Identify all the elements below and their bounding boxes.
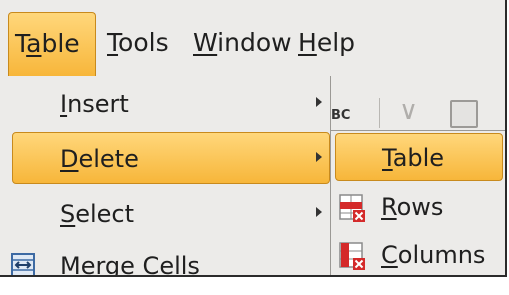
delete-submenu: Table Rows Columns <box>330 130 505 275</box>
menu-item-select[interactable]: Select <box>0 188 330 240</box>
toolbar-separator <box>379 98 380 128</box>
submenu-arrow-icon <box>316 97 322 107</box>
menubar: Table Tools Window Help <box>0 12 505 76</box>
menu-item-delete[interactable]: Delete <box>12 132 330 184</box>
merge-cells-icon <box>11 253 35 275</box>
menu-window[interactable]: Window <box>187 12 298 76</box>
submenu-item-table[interactable]: Table <box>335 133 503 181</box>
paste-icon[interactable] <box>450 100 478 128</box>
menu-help[interactable]: Help <box>292 12 361 76</box>
app-window: BC ∨ Table Tools Window Help Insert Dele… <box>0 0 507 277</box>
submenu-item-columns[interactable]: Columns <box>331 231 505 275</box>
menu-item-merge-cells[interactable]: Merge Cells <box>0 240 330 275</box>
menu-table[interactable]: Table <box>8 12 96 76</box>
format-paintbrush-icon[interactable]: ∨ <box>399 96 418 126</box>
menu-item-insert[interactable]: Insert <box>0 78 330 130</box>
table-menu: Insert Delete Select Merge Cells <box>0 76 331 275</box>
submenu-arrow-icon <box>316 152 322 162</box>
delete-columns-icon <box>339 242 365 270</box>
submenu-item-rows[interactable]: Rows <box>331 183 505 231</box>
spellcheck-icon[interactable]: BC <box>331 108 350 123</box>
delete-rows-icon <box>339 194 365 222</box>
menu-tools[interactable]: Tools <box>101 12 175 76</box>
submenu-arrow-icon <box>316 207 322 217</box>
